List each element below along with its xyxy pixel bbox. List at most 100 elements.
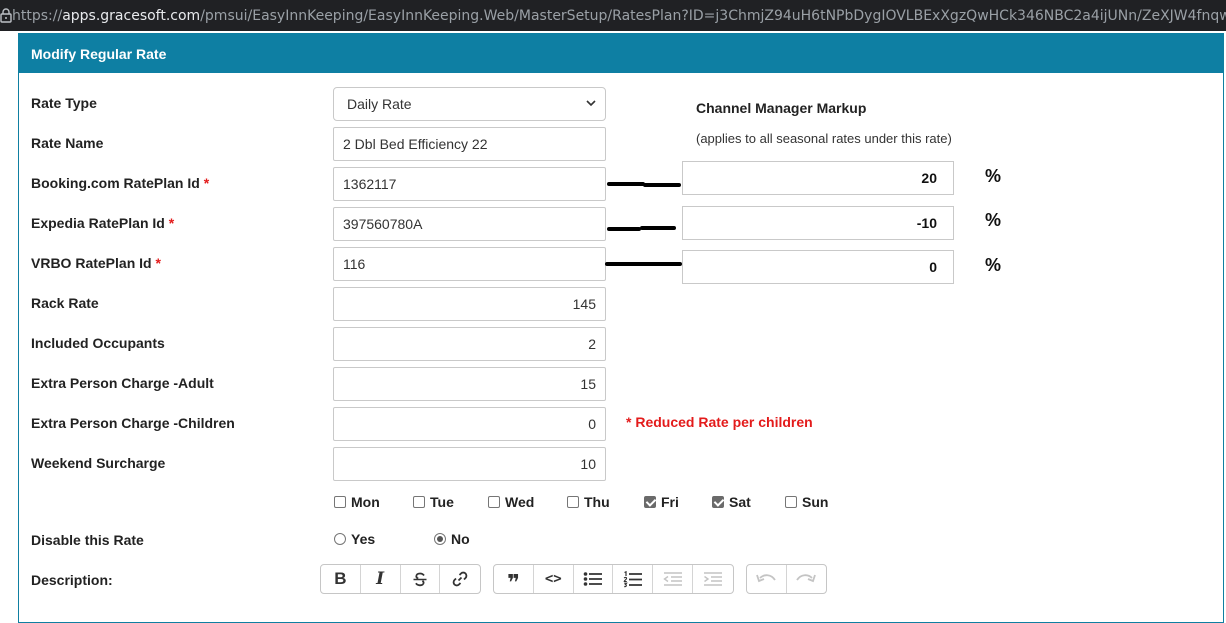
checkbox-icon[interactable] bbox=[334, 496, 346, 508]
day-checkbox-tue[interactable]: Tue bbox=[413, 494, 454, 510]
expedia-rateplan-label: Expedia RatePlan Id * bbox=[31, 215, 174, 231]
expedia-rateplan-label-text: Expedia RatePlan Id bbox=[31, 215, 165, 231]
radio-label-no: No bbox=[451, 531, 470, 547]
strikethrough-icon bbox=[412, 571, 428, 587]
percent-sign: % bbox=[985, 166, 1002, 186]
indent-button[interactable] bbox=[693, 565, 733, 593]
booking-markup-input[interactable]: 20 bbox=[682, 161, 954, 195]
editor-toolbar-format: B I bbox=[320, 564, 481, 594]
included-occupants-input[interactable]: 2 bbox=[333, 327, 606, 361]
rack-rate-input[interactable]: 145 bbox=[333, 287, 606, 321]
checkbox-checked-icon[interactable] bbox=[712, 496, 724, 508]
redo-button[interactable] bbox=[787, 565, 827, 593]
day-label: Sun bbox=[802, 494, 829, 510]
link-icon bbox=[451, 570, 469, 588]
vrbo-rateplan-label: VRBO RatePlan Id * bbox=[31, 255, 161, 271]
checkbox-checked-icon[interactable] bbox=[644, 496, 656, 508]
channel-manager-title: Channel Manager Markup bbox=[696, 100, 867, 116]
chevron-down-icon bbox=[586, 98, 596, 110]
outdent-icon bbox=[663, 571, 683, 587]
booking-rateplan-input[interactable]: 1362117 bbox=[333, 167, 606, 201]
channel-manager-note: (applies to all seasonal rates under thi… bbox=[696, 131, 952, 146]
day-label: Mon bbox=[351, 494, 380, 510]
day-label: Fri bbox=[661, 494, 679, 510]
url-host: apps.gracesoft.com bbox=[62, 7, 201, 24]
browser-url-bar[interactable]: https://apps.gracesoft.com/pmsui/EasyInn… bbox=[0, 0, 1226, 31]
rate-type-value: Daily Rate bbox=[347, 96, 412, 112]
day-checkbox-fri[interactable]: Fri bbox=[644, 494, 679, 510]
day-checkbox-sat[interactable]: Sat bbox=[712, 494, 751, 510]
extra-children-label: Extra Person Charge -Children bbox=[31, 415, 235, 431]
disable-rate-no[interactable]: No bbox=[434, 531, 470, 547]
weekend-surcharge-label: Weekend Surcharge bbox=[31, 455, 166, 471]
day-checkbox-wed[interactable]: Wed bbox=[488, 494, 534, 510]
numbered-list-button[interactable] bbox=[613, 565, 654, 593]
booking-rateplan-label-text: Booking.com RatePlan Id bbox=[31, 175, 200, 191]
vrbo-rateplan-label-text: VRBO RatePlan Id bbox=[31, 255, 152, 271]
editor-toolbar-history bbox=[746, 564, 827, 594]
expedia-markup-input[interactable]: -10 bbox=[682, 206, 954, 240]
day-label: Thu bbox=[584, 494, 610, 510]
connector-line bbox=[607, 182, 645, 186]
weekend-surcharge-input[interactable]: 10 bbox=[333, 447, 606, 481]
extra-children-input[interactable]: 0 bbox=[333, 407, 606, 441]
indent-icon bbox=[703, 571, 723, 587]
extra-adult-label: Extra Person Charge -Adult bbox=[31, 375, 214, 391]
lock-icon bbox=[0, 8, 12, 23]
day-checkbox-thu[interactable]: Thu bbox=[567, 494, 610, 510]
redo-icon bbox=[795, 572, 817, 586]
radio-selected-icon[interactable] bbox=[434, 533, 446, 545]
checkbox-icon[interactable] bbox=[785, 496, 797, 508]
included-occupants-label: Included Occupants bbox=[31, 335, 165, 351]
url-path: /pmsui/EasyInnKeeping/EasyInnKeeping.Web… bbox=[200, 7, 1226, 24]
day-checkbox-mon[interactable]: Mon bbox=[334, 494, 380, 510]
connector-line bbox=[643, 183, 681, 187]
extra-adult-input[interactable]: 15 bbox=[333, 367, 606, 401]
disable-rate-label: Disable this Rate bbox=[31, 532, 144, 548]
vrbo-markup-input[interactable]: 0 bbox=[682, 250, 954, 284]
connector-line bbox=[640, 226, 676, 230]
bullet-list-button[interactable] bbox=[574, 565, 614, 593]
percent-sign: % bbox=[985, 255, 1002, 275]
vrbo-rateplan-input[interactable]: 116 bbox=[333, 247, 606, 281]
percent-sign: % bbox=[985, 210, 1002, 230]
bullet-list-icon bbox=[583, 571, 603, 587]
day-label: Tue bbox=[430, 494, 454, 510]
expedia-rateplan-input[interactable]: 397560780A bbox=[333, 207, 606, 241]
code-button[interactable]: <> bbox=[534, 565, 574, 593]
editor-toolbar-blocks: ❞ <> bbox=[493, 564, 734, 594]
bold-button[interactable]: B bbox=[321, 565, 361, 593]
disable-rate-yes[interactable]: Yes bbox=[334, 531, 375, 547]
checkbox-icon[interactable] bbox=[567, 496, 579, 508]
panel-title: Modify Regular Rate bbox=[19, 34, 1223, 73]
italic-button[interactable]: I bbox=[361, 565, 401, 593]
radio-label-yes: Yes bbox=[351, 531, 376, 547]
rate-type-label: Rate Type bbox=[31, 95, 97, 111]
required-mark: * bbox=[203, 175, 210, 191]
checkbox-icon[interactable] bbox=[488, 496, 500, 508]
required-mark: * bbox=[168, 215, 175, 231]
connector-line bbox=[605, 262, 682, 266]
description-label: Description: bbox=[31, 572, 113, 588]
rate-type-select[interactable]: Daily Rate bbox=[333, 87, 606, 121]
day-label: Wed bbox=[505, 494, 535, 510]
numbered-list-icon bbox=[623, 570, 643, 588]
rack-rate-label: Rack Rate bbox=[31, 295, 99, 311]
undo-button[interactable] bbox=[747, 565, 787, 593]
checkbox-icon[interactable] bbox=[413, 496, 425, 508]
undo-icon bbox=[755, 572, 777, 586]
radio-icon[interactable] bbox=[334, 533, 346, 545]
day-label: Sat bbox=[729, 494, 751, 510]
modify-rate-panel: Modify Regular Rate bbox=[18, 33, 1224, 623]
quote-button[interactable]: ❞ bbox=[494, 565, 534, 593]
outdent-button[interactable] bbox=[653, 565, 694, 593]
strikethrough-button[interactable] bbox=[401, 565, 441, 593]
link-button[interactable] bbox=[440, 565, 480, 593]
required-mark: * bbox=[155, 255, 161, 271]
children-rate-note: * Reduced Rate per children bbox=[626, 414, 813, 430]
rate-name-input[interactable]: 2 Dbl Bed Efficiency 22 bbox=[333, 127, 606, 161]
day-checkbox-sun[interactable]: Sun bbox=[785, 494, 828, 510]
connector-line bbox=[607, 227, 641, 231]
url-scheme: https:// bbox=[12, 7, 63, 24]
booking-rateplan-label: Booking.com RatePlan Id * bbox=[31, 175, 209, 191]
